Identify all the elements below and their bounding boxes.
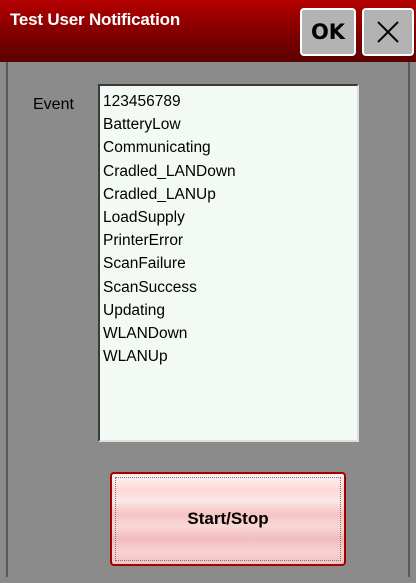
ok-button[interactable]: OK [300,8,356,56]
close-button[interactable] [362,8,414,56]
list-item[interactable]: WLANUp [103,345,357,368]
window-title: Test User Notification [10,10,181,29]
start-stop-button[interactable]: Start/Stop [110,472,346,566]
list-item[interactable]: LoadSupply [103,206,357,229]
list-item[interactable]: Cradled_LANDown [103,160,357,183]
list-item[interactable]: WLANDown [103,322,357,345]
close-icon [377,21,399,43]
list-item[interactable]: Cradled_LANUp [103,183,357,206]
list-item[interactable]: 123456789 [103,90,357,113]
list-item[interactable]: Communicating [103,136,357,159]
event-listbox[interactable]: 123456789 BatteryLow Communicating Cradl… [98,84,359,442]
list-item[interactable]: PrinterError [103,229,357,252]
list-item[interactable]: BatteryLow [103,113,357,136]
list-item[interactable]: Updating [103,299,357,322]
app-window: Test User Notification OK Event 12345678… [0,0,416,583]
title-bar: Test User Notification OK [0,0,416,62]
list-item[interactable]: ScanSuccess [103,276,357,299]
list-item[interactable]: ScanFailure [103,252,357,275]
event-label: Event [33,96,74,113]
